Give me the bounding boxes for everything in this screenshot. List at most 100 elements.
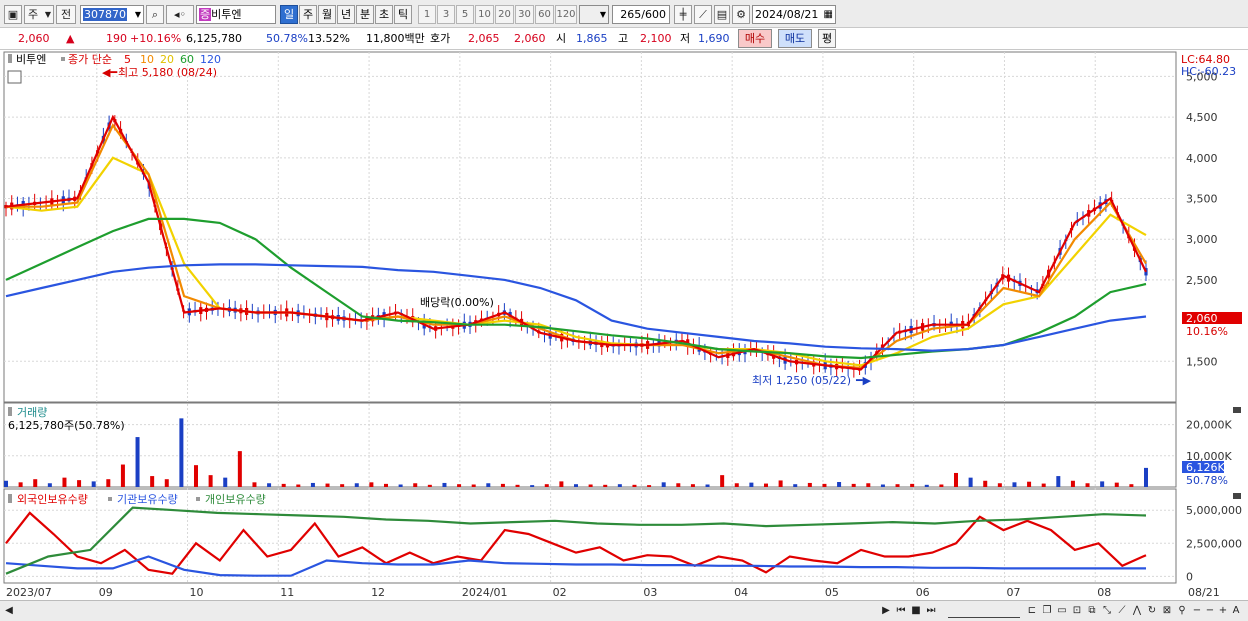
minute-option-10[interactable]: 10 (475, 5, 494, 24)
volume-bar (223, 477, 228, 487)
legend-foreign: 외국인보유수량 (17, 493, 88, 506)
copy-icon[interactable]: ❐ (1041, 604, 1053, 618)
minute-option-60[interactable]: 60 (535, 5, 554, 24)
candle-type-icon[interactable]: ╪ (674, 5, 692, 24)
volume-bar (880, 484, 885, 487)
flat-button[interactable]: 평 (818, 29, 836, 48)
zoom-out-icon[interactable]: − (1191, 604, 1203, 618)
stock-badge: 증 (199, 8, 212, 21)
panel-close-icon[interactable] (1233, 407, 1241, 413)
scroll-right-icon[interactable]: ▶ (880, 604, 892, 618)
trade-amount: 11,800백만 (366, 32, 425, 45)
skip-forward-icon[interactable]: ⏭ (925, 604, 937, 618)
volume-bar (296, 484, 301, 487)
zoom-slider[interactable] (948, 604, 1020, 618)
tab-minute[interactable]: 분 (356, 5, 374, 24)
custom-interval-select[interactable]: ▼ (579, 5, 609, 24)
layout-icon[interactable]: ⊏ (1026, 604, 1038, 618)
stop-icon[interactable]: ■ (910, 604, 922, 618)
legend-bullet-icon (108, 497, 112, 501)
x-tick-label: 02 (553, 586, 567, 599)
count-max: /600 (641, 8, 666, 21)
sell-button[interactable]: 매도 (778, 29, 812, 48)
refresh-icon[interactable]: ↻ (1146, 604, 1158, 618)
panel-close-icon[interactable] (1233, 493, 1241, 499)
tab-second[interactable]: 초 (375, 5, 393, 24)
save-icon[interactable]: ▤ (714, 5, 730, 24)
tile-icon[interactable]: ▭ (1056, 604, 1068, 618)
tab-tick[interactable]: 틱 (394, 5, 412, 24)
auto-scale-button[interactable]: A (1230, 604, 1242, 618)
volume-bar (164, 479, 169, 487)
magnify-icon[interactable]: ⚲ (1176, 604, 1188, 618)
buy-button[interactable]: 매수 (738, 29, 772, 48)
window-menu-icon[interactable]: ▣ (4, 5, 22, 24)
speaker-icon[interactable]: ◂◦ (166, 5, 194, 24)
shrink-icon[interactable]: ⤡ (1101, 604, 1113, 618)
date-input[interactable]: 2024/08/21 ▦ (752, 5, 836, 24)
tab-yearly[interactable]: 년 (337, 5, 355, 24)
chart-area[interactable]: 5,000 4,500 4,000 3,500 3,000 2,500 1,500 20,00… (0, 51, 1248, 600)
volume-bar (793, 484, 798, 487)
current-price-tag-text: 2,060 (1186, 312, 1218, 325)
minus-icon[interactable]: − (1204, 604, 1216, 618)
zoom-in-icon[interactable]: + (1217, 604, 1229, 618)
price-change: 190 (106, 32, 127, 45)
bid-label: 호가 (430, 32, 451, 45)
volume-bar (690, 484, 695, 487)
settings-gear-icon[interactable]: ⚙ (732, 5, 750, 24)
legend-institution: 기관보유수량 (117, 493, 178, 506)
minute-option-5[interactable]: 5 (456, 5, 474, 24)
volume-bar (734, 483, 739, 487)
legend-square-icon (8, 54, 12, 63)
volume-bar (208, 475, 213, 487)
overlap-icon[interactable]: ⧉ (1086, 604, 1098, 618)
chevron-down-icon: ▼ (599, 10, 606, 19)
stock-code-input[interactable]: 307870 ▼ (80, 5, 144, 24)
volume-bar (486, 483, 491, 487)
tab-weekly[interactable]: 주 (299, 5, 317, 24)
volume-bar (179, 418, 184, 487)
prev-button[interactable]: 전 (56, 5, 76, 24)
search-icon[interactable]: ⌕ (146, 5, 164, 24)
table-view-icon[interactable] (7, 70, 22, 84)
stock-code-value: 307870 (83, 8, 127, 21)
skip-back-icon[interactable]: ⏮ (895, 604, 907, 618)
volume-bar (281, 483, 286, 487)
volume-bar (500, 483, 505, 487)
stock-name-field[interactable]: 증비투엔 (196, 5, 276, 24)
volume-bar (442, 482, 447, 487)
y-tick-label: 2,500 (1186, 274, 1218, 287)
ask-price: 2,065 (468, 32, 500, 45)
minute-option-1[interactable]: 1 (418, 5, 436, 24)
x-tick-label: 08/21 (1188, 586, 1220, 599)
legend-square-icon (8, 407, 12, 416)
legend-ma10: 10 (140, 53, 154, 66)
minute-option-20[interactable]: 20 (495, 5, 514, 24)
volume-pct-tag-text: 50.78% (1186, 474, 1228, 487)
minute-option-3[interactable]: 3 (437, 5, 455, 24)
drawing-tool-icon[interactable]: ⟋ (694, 5, 712, 24)
calendar-icon[interactable]: ▦ (824, 6, 833, 23)
fan-tool-icon[interactable]: ⋀ (1131, 604, 1143, 618)
count-input[interactable]: 265/600 (612, 5, 670, 24)
volume-bar (895, 484, 900, 487)
volume-bar (91, 481, 96, 487)
bid-price: 2,060 (514, 32, 546, 45)
minute-option-120[interactable]: 120 (555, 5, 577, 24)
volume-title: 거래량 (17, 406, 47, 419)
crop-icon[interactable]: ⊠ (1161, 604, 1173, 618)
volume-bar (705, 484, 710, 487)
trend-tool-icon[interactable]: ⟋ (1116, 604, 1128, 618)
minute-option-30[interactable]: 30 (515, 5, 534, 24)
x-tick-label: 11 (280, 586, 294, 599)
tab-monthly[interactable]: 월 (318, 5, 336, 24)
low-note: 최저 1,250 (05/22) (752, 374, 851, 387)
volume-bar (1100, 481, 1105, 487)
export-icon[interactable]: ⊡ (1071, 604, 1083, 618)
tab-daily[interactable]: 일 (280, 5, 298, 24)
legend-bullet-icon (61, 57, 65, 61)
price-chart-svg[interactable]: 5,0004,5004,0003,5003,0002,5001,50020,00… (0, 51, 1248, 600)
scroll-left-icon[interactable]: ◀ (4, 604, 14, 618)
market-select[interactable]: 주 ▼ (24, 5, 54, 24)
